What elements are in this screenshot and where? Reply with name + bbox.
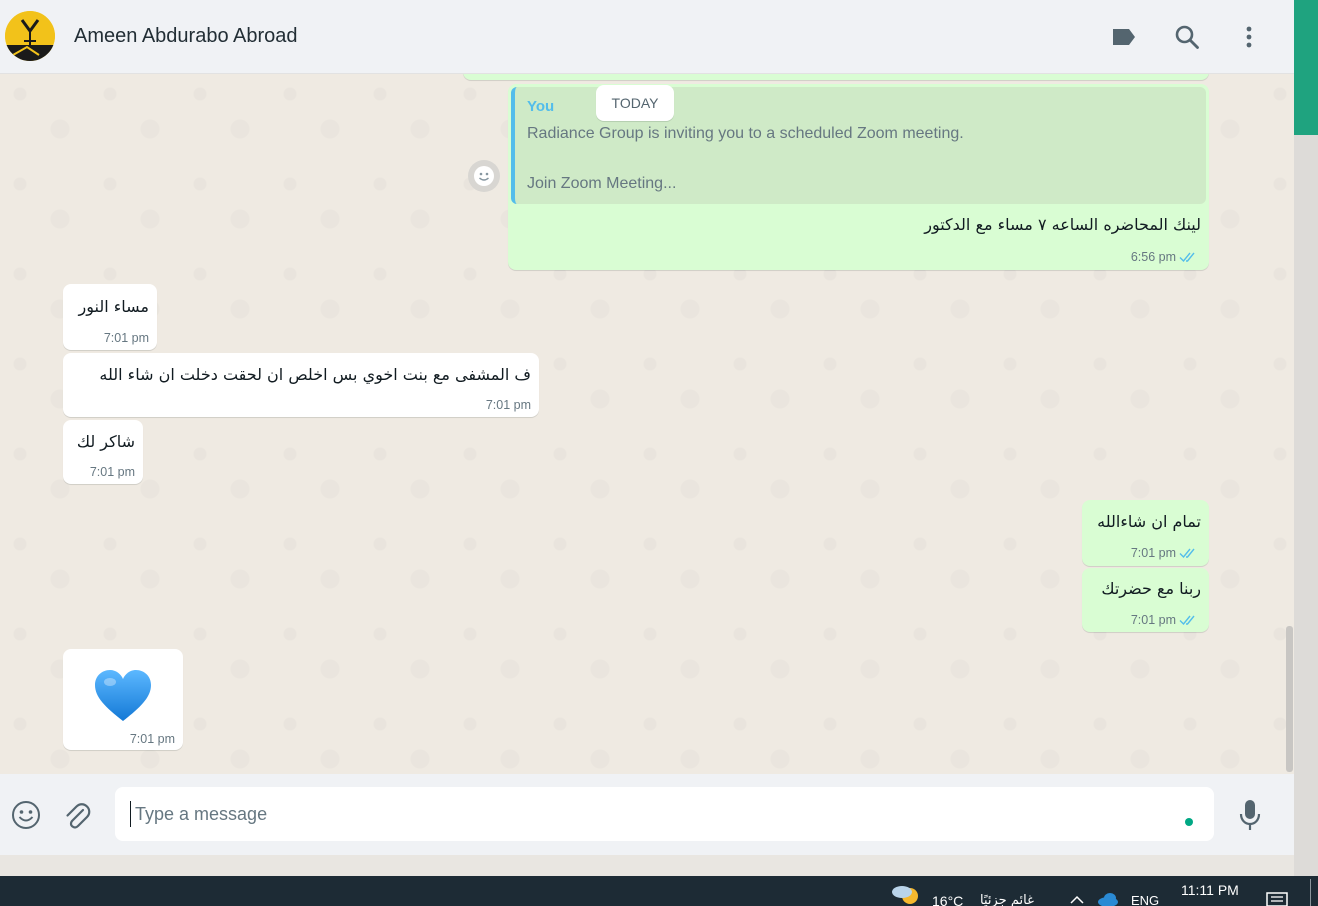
- search-icon[interactable]: [1172, 22, 1202, 52]
- menu-dots-icon[interactable]: [1234, 22, 1264, 52]
- chevron-up-icon[interactable]: [1069, 894, 1085, 904]
- message-time: 7:01 pm: [129, 732, 175, 746]
- contact-name[interactable]: Ameen Abdurabo Abroad: [74, 25, 298, 48]
- double-tick-read-icon: [1179, 252, 1195, 263]
- quote-text-line: Radiance Group is inviting you to a sche…: [527, 125, 964, 142]
- message-time: 7:01 pm: [485, 398, 531, 412]
- notification-center-icon[interactable]: [1266, 892, 1288, 906]
- chat-header: Ameen Abdurabo Abroad: [0, 0, 1294, 74]
- system-clock[interactable]: 11:11 PM: [1181, 882, 1239, 898]
- message-text: ربنا مع حضرتك: [1101, 579, 1201, 598]
- message-bubble-incoming[interactable]: 7:01 pm: [63, 649, 183, 750]
- side-panel-edge: [1294, 0, 1318, 876]
- blue-heart-emoji: [95, 670, 151, 721]
- message-input[interactable]: [115, 787, 1214, 841]
- date-divider: TODAY: [596, 85, 674, 121]
- message-text: ف المشفى مع بنت اخوي بس اخلص ان لحقت دخل…: [99, 365, 531, 384]
- message-bubble-incoming[interactable]: مساء النور 7:01 pm: [63, 284, 157, 350]
- whatsapp-window: Ameen Abdurabo Abroad TODAY You Radiance…: [0, 0, 1294, 855]
- input-language[interactable]: ENG: [1131, 893, 1159, 906]
- message-bubble-outgoing[interactable]: تمام ان شاءالله 7:01 pm: [1082, 500, 1209, 566]
- message-bubble-partial: [463, 74, 1209, 80]
- mic-icon[interactable]: [1233, 798, 1267, 832]
- message-text: مساء النور: [78, 297, 149, 316]
- message-list[interactable]: TODAY You Radiance Group is inviting you…: [0, 74, 1294, 774]
- quote-author: You: [527, 98, 555, 115]
- weather-temperature[interactable]: 16°C: [932, 893, 963, 906]
- show-desktop-divider[interactable]: [1310, 879, 1311, 906]
- message-time: 7:01 pm: [1130, 546, 1176, 560]
- attach-icon[interactable]: [60, 799, 94, 833]
- message-time: 7:01 pm: [89, 465, 135, 479]
- label-icon[interactable]: [1109, 22, 1139, 52]
- weather-icon[interactable]: [890, 882, 922, 906]
- double-tick-read-icon: [1179, 615, 1195, 626]
- message-text: شاكر لك: [76, 432, 135, 451]
- message-bubble-outgoing[interactable]: ربنا مع حضرتك 7:01 pm: [1082, 568, 1209, 632]
- side-panel-accent: [1294, 0, 1318, 135]
- message-text: تمام ان شاءالله: [1097, 512, 1201, 531]
- text-caret: [130, 801, 131, 827]
- double-tick-read-icon: [1179, 548, 1195, 559]
- weather-description[interactable]: غائم جزئيًا: [980, 893, 1034, 906]
- composer: [0, 774, 1294, 855]
- chat-scrollbar[interactable]: [1286, 626, 1293, 772]
- os-taskbar: 16°C غائم جزئيًا ENG 11:11 PM: [0, 876, 1318, 906]
- message-time: 6:56 pm: [1130, 250, 1176, 264]
- message-bubble-incoming[interactable]: ف المشفى مع بنت اخوي بس اخلص ان لحقت دخل…: [63, 353, 539, 417]
- reaction-emoji-icon[interactable]: [468, 160, 500, 192]
- emoji-icon[interactable]: [9, 798, 43, 832]
- onedrive-cloud-icon[interactable]: [1097, 893, 1119, 906]
- contact-avatar[interactable]: [5, 11, 55, 61]
- quote-text-line: Join Zoom Meeting...: [527, 175, 677, 192]
- message-time: 7:01 pm: [103, 331, 149, 345]
- message-bubble-incoming[interactable]: شاكر لك 7:01 pm: [63, 420, 143, 484]
- message-time: 7:01 pm: [1130, 613, 1176, 627]
- status-dot: [1185, 818, 1193, 826]
- message-text: لينك المحاضره الساعه ٧ مساء مع الدكتور: [924, 215, 1201, 234]
